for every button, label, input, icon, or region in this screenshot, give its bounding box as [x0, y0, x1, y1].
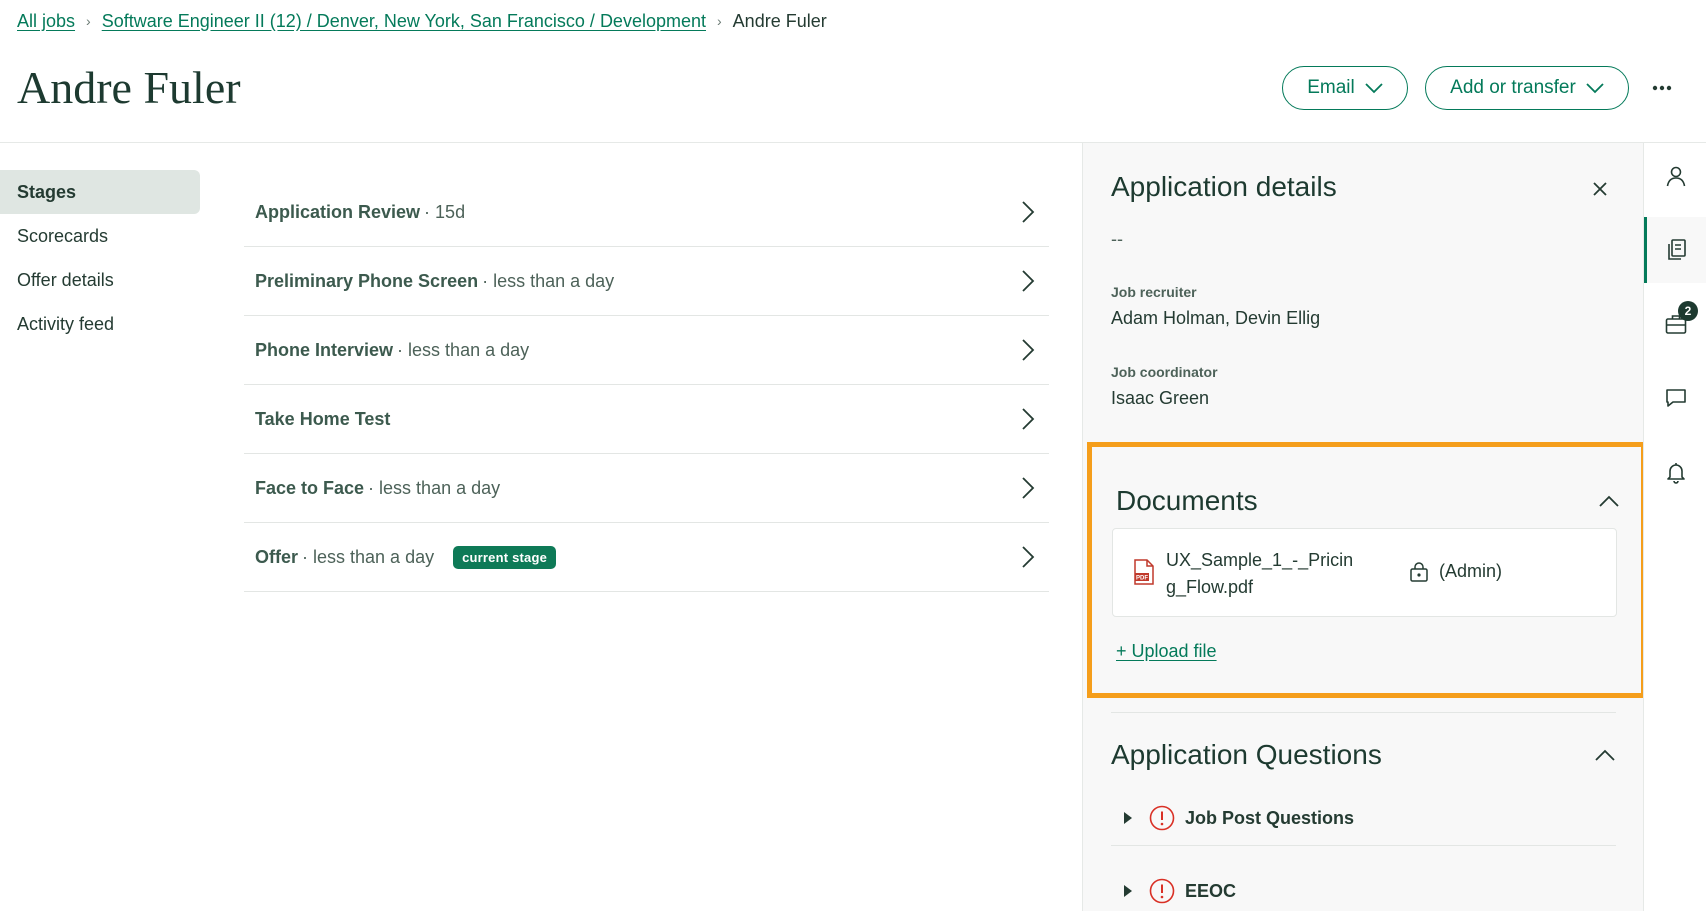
- question-group-label: EEOC: [1185, 880, 1237, 901]
- add-or-transfer-button[interactable]: Add or transfer: [1425, 66, 1629, 110]
- rail-notifications-button[interactable]: [1644, 439, 1706, 505]
- rail-jobs-button[interactable]: 2: [1644, 291, 1706, 357]
- side-rail: 2: [1643, 143, 1706, 911]
- stage-duration: · less than a day: [368, 477, 501, 498]
- stage-row[interactable]: Application Review · 15d: [244, 178, 1049, 247]
- email-button[interactable]: Email: [1282, 66, 1408, 110]
- nav-item-stages[interactable]: Stages: [0, 170, 200, 214]
- stage-row[interactable]: Face to Face · less than a day: [244, 454, 1049, 523]
- question-group-eeoc[interactable]: EEOC: [1111, 865, 1616, 911]
- current-stage-badge: current stage: [453, 545, 557, 569]
- chevron-right-icon: [1022, 201, 1035, 223]
- job-recruiter-value: Adam Holman, Devin Ellig: [1111, 308, 1321, 328]
- add-or-transfer-label: Add or transfer: [1450, 77, 1576, 98]
- application-questions-title: Application Questions: [1111, 739, 1382, 770]
- stage-duration: · less than a day: [482, 270, 615, 291]
- chevron-right-icon: [1022, 270, 1035, 292]
- breadcrumb-all-jobs[interactable]: All jobs: [17, 11, 75, 32]
- stage-row[interactable]: Offer · less than a day current stage: [244, 523, 1049, 592]
- email-button-label: Email: [1307, 77, 1355, 98]
- rail-messages-button[interactable]: [1644, 365, 1706, 431]
- upload-file-link[interactable]: + Upload file: [1116, 641, 1217, 662]
- nav-item-offer-details[interactable]: Offer details: [0, 258, 200, 302]
- breadcrumb-current: Andre Fuler: [732, 10, 827, 31]
- stage-name: Phone Interview: [255, 339, 394, 360]
- stage-row[interactable]: Preliminary Phone Screen · less than a d…: [244, 247, 1049, 316]
- warning-icon: [1149, 878, 1175, 904]
- triangle-right-icon: [1124, 885, 1132, 897]
- more-horizontal-icon: [1652, 85, 1672, 91]
- chevron-right-icon: [1022, 339, 1035, 361]
- divider: [1111, 845, 1616, 846]
- chevron-down-icon: [1586, 83, 1604, 94]
- documents-section: Documents PDF UX_Sample_1_-_Pricing_Flow…: [1087, 442, 1646, 698]
- documents-icon: [1668, 239, 1686, 260]
- warning-icon: [1149, 805, 1175, 831]
- stage-row[interactable]: Take Home Test: [244, 385, 1049, 454]
- question-group-label: Job Post Questions: [1185, 807, 1355, 828]
- chevron-up-icon[interactable]: [1593, 745, 1617, 765]
- job-coordinator-value: Isaac Green: [1111, 388, 1210, 408]
- chevron-right-icon: [1022, 408, 1035, 430]
- breadcrumb-separator-icon: ›: [86, 13, 91, 29]
- stage-name: Offer: [255, 546, 299, 567]
- stages-list: Application Review · 15d Preliminary Pho…: [244, 178, 1049, 592]
- chat-icon: [1665, 389, 1686, 407]
- stage-duration: · 15d: [424, 201, 466, 222]
- job-recruiter-label: Job recruiter: [1111, 284, 1197, 300]
- document-name[interactable]: UX_Sample_1_-_Pricing_Flow.pdf: [1166, 547, 1356, 601]
- question-group-job-post[interactable]: Job Post Questions: [1111, 792, 1616, 844]
- person-icon: [1666, 166, 1685, 187]
- chevron-down-icon: [1365, 83, 1383, 94]
- job-coordinator-label: Job coordinator: [1111, 364, 1218, 380]
- jobs-count-badge: 2: [1678, 301, 1698, 321]
- pdf-file-icon: PDF: [1134, 559, 1154, 585]
- bell-icon: [1666, 463, 1685, 484]
- breadcrumb-job[interactable]: Software Engineer II (12) / Denver, New …: [102, 11, 706, 32]
- stage-name: Preliminary Phone Screen: [255, 270, 479, 291]
- stage-duration: · less than a day: [302, 546, 435, 567]
- more-options-button[interactable]: [1650, 77, 1674, 99]
- application-details-panel: Application details -- Job recruiter Ada…: [1082, 143, 1646, 911]
- nav-item-activity-feed[interactable]: Activity feed: [0, 302, 200, 346]
- document-card[interactable]: PDF UX_Sample_1_-_Pricing_Flow.pdf (Admi…: [1112, 528, 1617, 617]
- stage-duration: · less than a day: [397, 339, 530, 360]
- stage-name: Application Review: [255, 201, 421, 222]
- page-title: Andre Fuler: [17, 62, 241, 113]
- stage-row[interactable]: Phone Interview · less than a day: [244, 316, 1049, 385]
- chevron-up-icon[interactable]: [1597, 491, 1621, 511]
- rail-documents-button[interactable]: [1644, 217, 1706, 283]
- close-icon[interactable]: [1588, 177, 1612, 201]
- lock-icon: [1410, 562, 1428, 582]
- nav-item-scorecards[interactable]: Scorecards: [0, 214, 200, 258]
- chevron-right-icon: [1022, 477, 1035, 499]
- rail-profile-button[interactable]: [1644, 143, 1706, 209]
- divider: [1111, 712, 1616, 713]
- triangle-right-icon: [1124, 812, 1132, 824]
- application-summary: --: [1111, 229, 1123, 249]
- breadcrumb: All jobs › Software Engineer II (12) / D…: [17, 9, 827, 33]
- stage-name: Face to Face: [255, 477, 365, 498]
- document-access: (Admin): [1439, 561, 1503, 581]
- svg-text:PDF: PDF: [1136, 576, 1148, 582]
- stage-name: Take Home Test: [255, 408, 391, 429]
- panel-title: Application details: [1111, 171, 1337, 202]
- breadcrumb-separator-icon: ›: [717, 13, 722, 29]
- chevron-right-icon: [1022, 546, 1035, 568]
- section-nav: Stages Scorecards Offer details Activity…: [0, 170, 200, 346]
- documents-title: Documents: [1116, 485, 1258, 516]
